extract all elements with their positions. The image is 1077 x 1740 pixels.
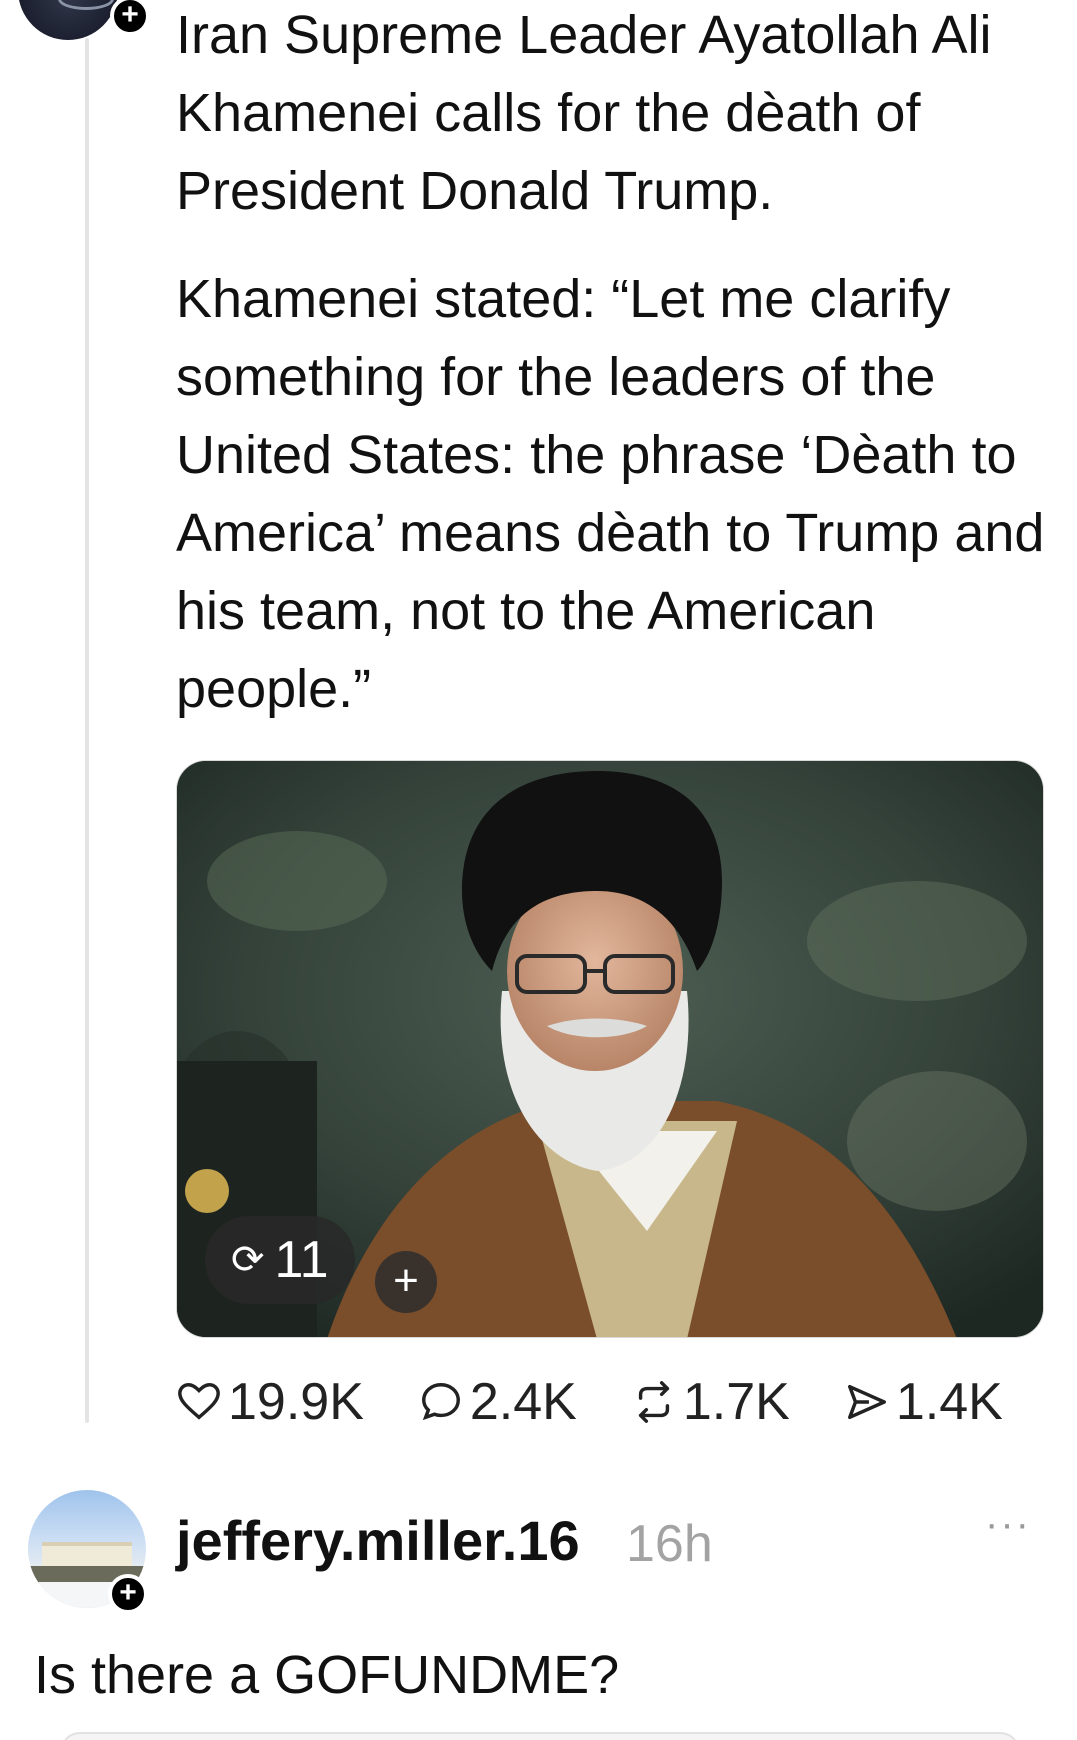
reply-follow-plus-button[interactable]: + — [108, 1574, 148, 1614]
media-add-button[interactable]: + — [375, 1251, 437, 1313]
comment-count: 2.4K — [469, 1373, 577, 1431]
repost-small-icon: ⟳ — [231, 1238, 265, 1282]
post-stats-row: 19.9K 2.4K 1.7K 1.4K — [176, 1372, 1057, 1432]
like-button[interactable]: 19.9K — [176, 1372, 364, 1432]
next-item-edge — [60, 1732, 1020, 1740]
author-avatar[interactable] — [18, 0, 118, 40]
post-image[interactable]: ⟳ 11 + — [176, 760, 1044, 1338]
comment-bubble-icon — [421, 1383, 460, 1421]
heart-icon — [178, 1383, 220, 1420]
share-count: 1.4K — [895, 1373, 1003, 1431]
more-options-button[interactable]: ··· — [985, 1502, 1031, 1547]
repost-icon — [638, 1381, 670, 1423]
reply-timestamp: 16h — [626, 1515, 713, 1573]
post-text-paragraph-1: Iran Supreme Leader Ayatollah Ali Khamen… — [176, 5, 992, 221]
share-button[interactable]: 1.4K — [844, 1372, 1003, 1432]
follow-plus-button[interactable]: + — [110, 0, 150, 36]
reply-text: Is there a GOFUNDME? — [34, 1645, 620, 1705]
repost-count: 1.7K — [682, 1373, 790, 1431]
repost-button[interactable]: 1.7K — [631, 1372, 790, 1432]
comment-button[interactable]: 2.4K — [418, 1372, 577, 1432]
thread-line — [85, 38, 89, 1423]
send-icon — [847, 1384, 886, 1420]
post-text-paragraph-2: Khamenei stated: “Let me clarify somethi… — [176, 269, 1045, 719]
media-repost-count: 11 — [274, 1231, 329, 1289]
like-count: 19.9K — [228, 1373, 364, 1431]
reply-username[interactable]: jeffery.miller.16 — [176, 1508, 580, 1573]
media-repost-pill[interactable]: ⟳ 11 — [205, 1216, 355, 1304]
